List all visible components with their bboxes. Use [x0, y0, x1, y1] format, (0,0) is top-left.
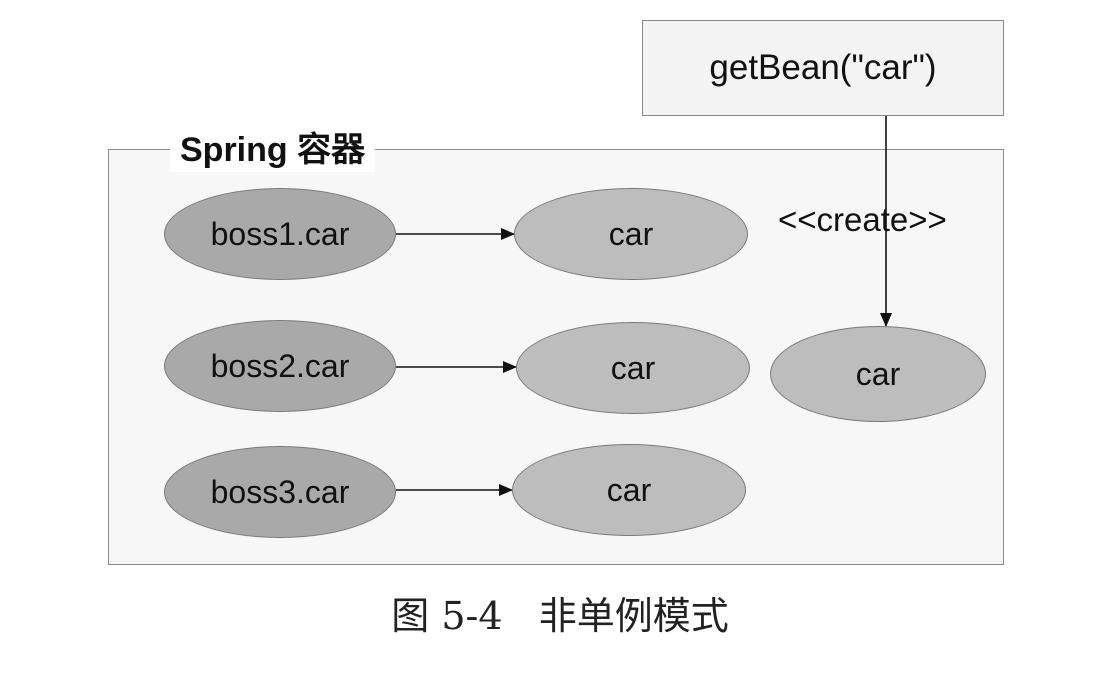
node-car-2-label: car: [610, 349, 656, 386]
create-stereotype-label: <<create>>: [778, 201, 947, 238]
node-boss2-car: boss2.car: [164, 320, 396, 412]
node-car-2: car: [516, 322, 750, 414]
figure-caption: 图 5-4 非单例模式: [391, 594, 729, 638]
node-boss2-car-label: boss2.car: [210, 347, 350, 384]
node-car-new: car: [770, 326, 986, 422]
node-boss1-car-label: boss1.car: [210, 215, 350, 252]
node-car-1: car: [514, 188, 748, 280]
node-boss3-car-label: boss3.car: [210, 473, 350, 510]
node-car-3: car: [512, 444, 746, 536]
node-boss1-car: boss1.car: [164, 188, 396, 280]
node-car-3-label: car: [606, 471, 652, 508]
node-boss3-car: boss3.car: [164, 446, 396, 538]
node-car-new-label: car: [855, 355, 901, 392]
diagram-figure: Spring 容器 getBean("car") boss1.car car b…: [0, 0, 1120, 676]
node-car-1-label: car: [608, 215, 654, 252]
